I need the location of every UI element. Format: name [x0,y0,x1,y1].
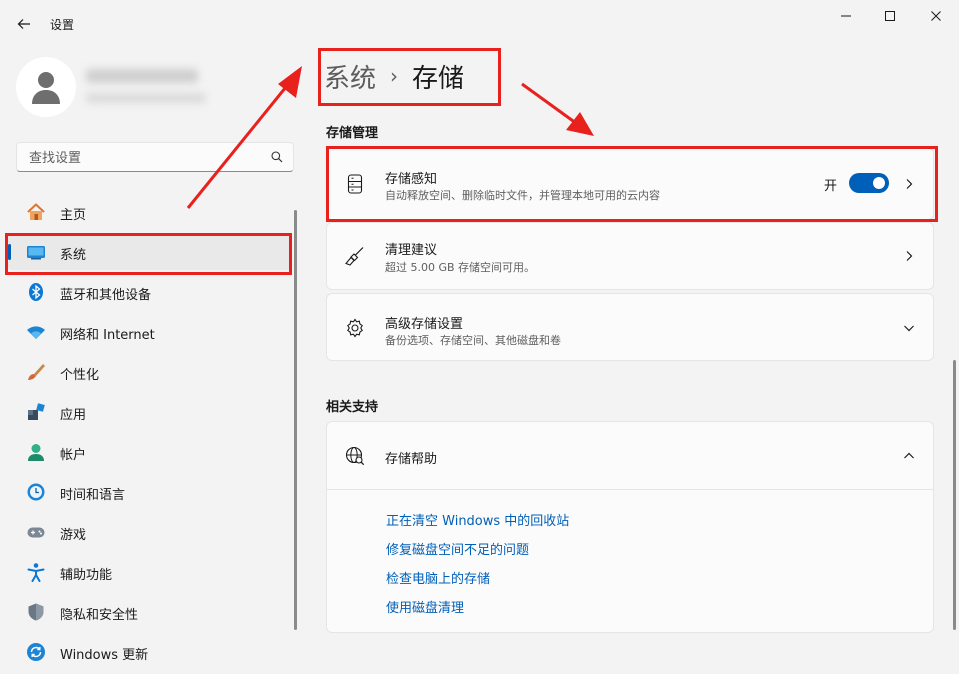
annotation-arrows [186,66,594,209]
arrow-system-to-breadcrumb [186,66,302,209]
arrow-breadcrumb-to-storage-sense [521,82,594,136]
